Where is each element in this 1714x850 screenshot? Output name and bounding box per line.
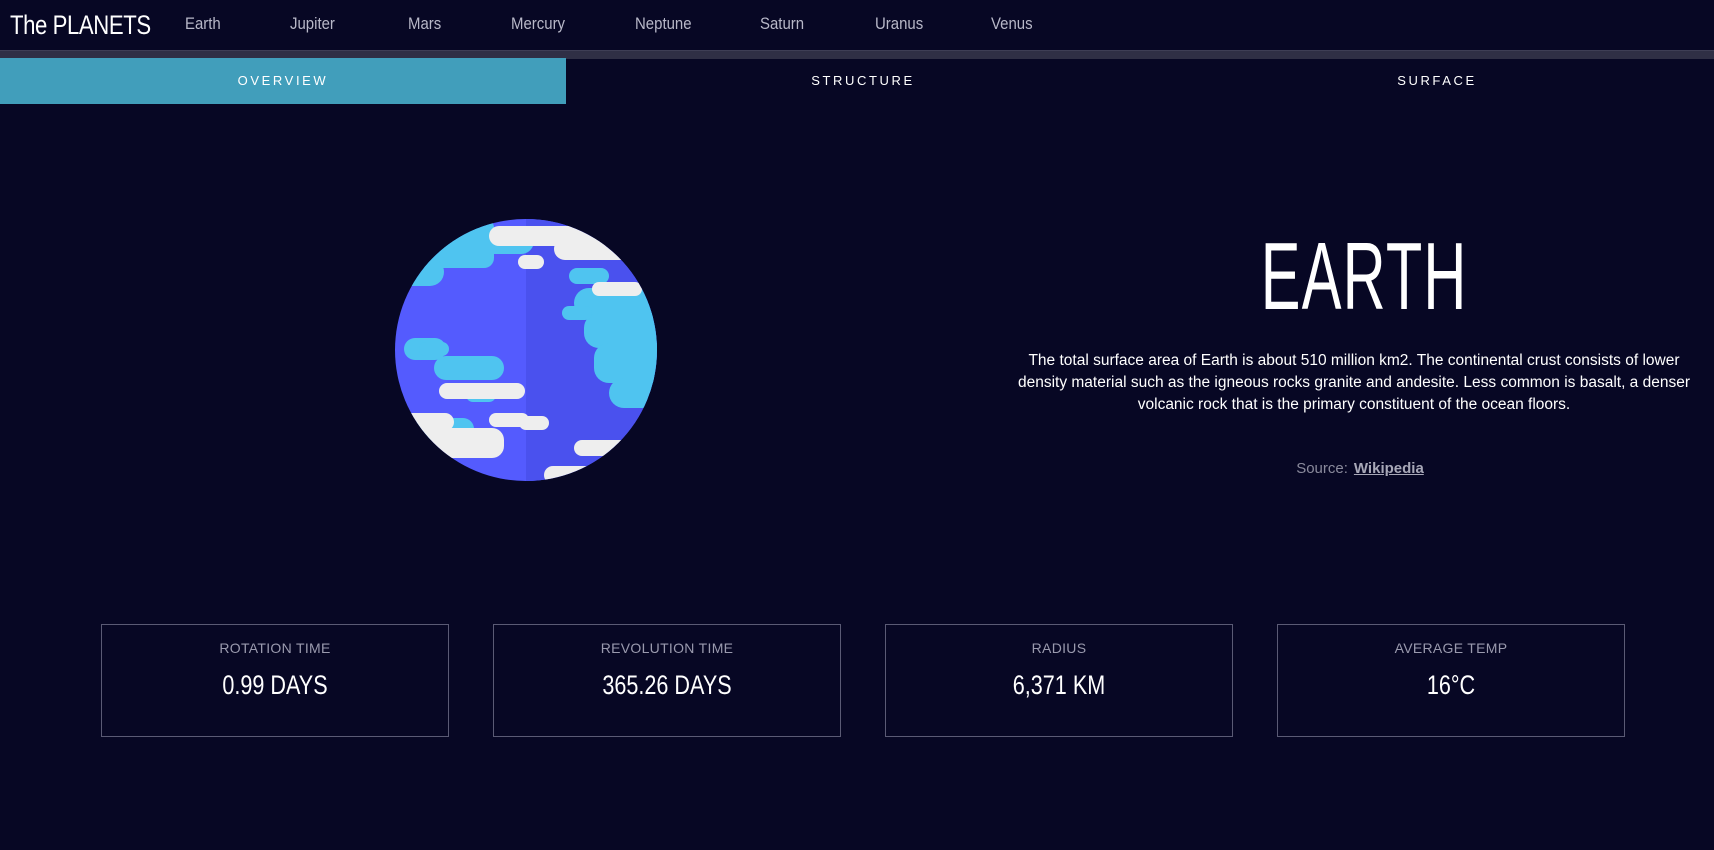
tab-surface[interactable]: SURFACE [1160,58,1714,104]
content-tabs: OVERVIEW STRUCTURE SURFACE [0,58,1714,104]
stat-card-radius: RADIUS 6,371 KM [885,624,1233,737]
nav-item-neptune[interactable]: Neptune [635,14,692,34]
planet-title: EARTH [1260,223,1468,330]
stat-value: 365.26 DAYS [602,670,732,700]
stat-label: AVERAGE TEMP [1394,640,1508,656]
nav-item-jupiter[interactable]: Jupiter [290,14,335,34]
tab-structure[interactable]: STRUCTURE [566,58,1160,104]
planet-description: The total surface area of Earth is about… [1017,352,1691,413]
source-line: Source: Wikipedia [1200,460,1520,477]
nav-item-earth[interactable]: Earth [185,14,221,34]
nav-item-mars[interactable]: Mars [408,14,441,34]
stat-value: 6,371 KM [1012,670,1106,700]
stat-label: ROTATION TIME [219,640,331,656]
planet-nav: Earth Jupiter Mars Mercury Neptune Satur… [0,0,1714,50]
tab-overview[interactable]: OVERVIEW [0,58,566,104]
source-label: Source: [1296,460,1348,477]
stat-value: 16°C [1426,670,1476,700]
stat-value: 0.99 DAYS [222,670,328,700]
source-link-wikipedia[interactable]: Wikipedia [1354,460,1424,477]
earth-planet-icon [394,218,658,482]
nav-item-saturn[interactable]: Saturn [760,14,804,34]
stat-card-revolution: REVOLUTION TIME 365.26 DAYS [493,624,841,737]
nav-item-venus[interactable]: Venus [991,14,1033,34]
nav-item-uranus[interactable]: Uranus [875,14,923,34]
stat-label: RADIUS [1031,640,1087,656]
stat-card-rotation: ROTATION TIME 0.99 DAYS [101,624,449,737]
nav-item-mercury[interactable]: Mercury [511,14,565,34]
stat-label: REVOLUTION TIME [600,640,734,656]
stat-card-average-temp: AVERAGE TEMP 16°C [1277,624,1625,737]
